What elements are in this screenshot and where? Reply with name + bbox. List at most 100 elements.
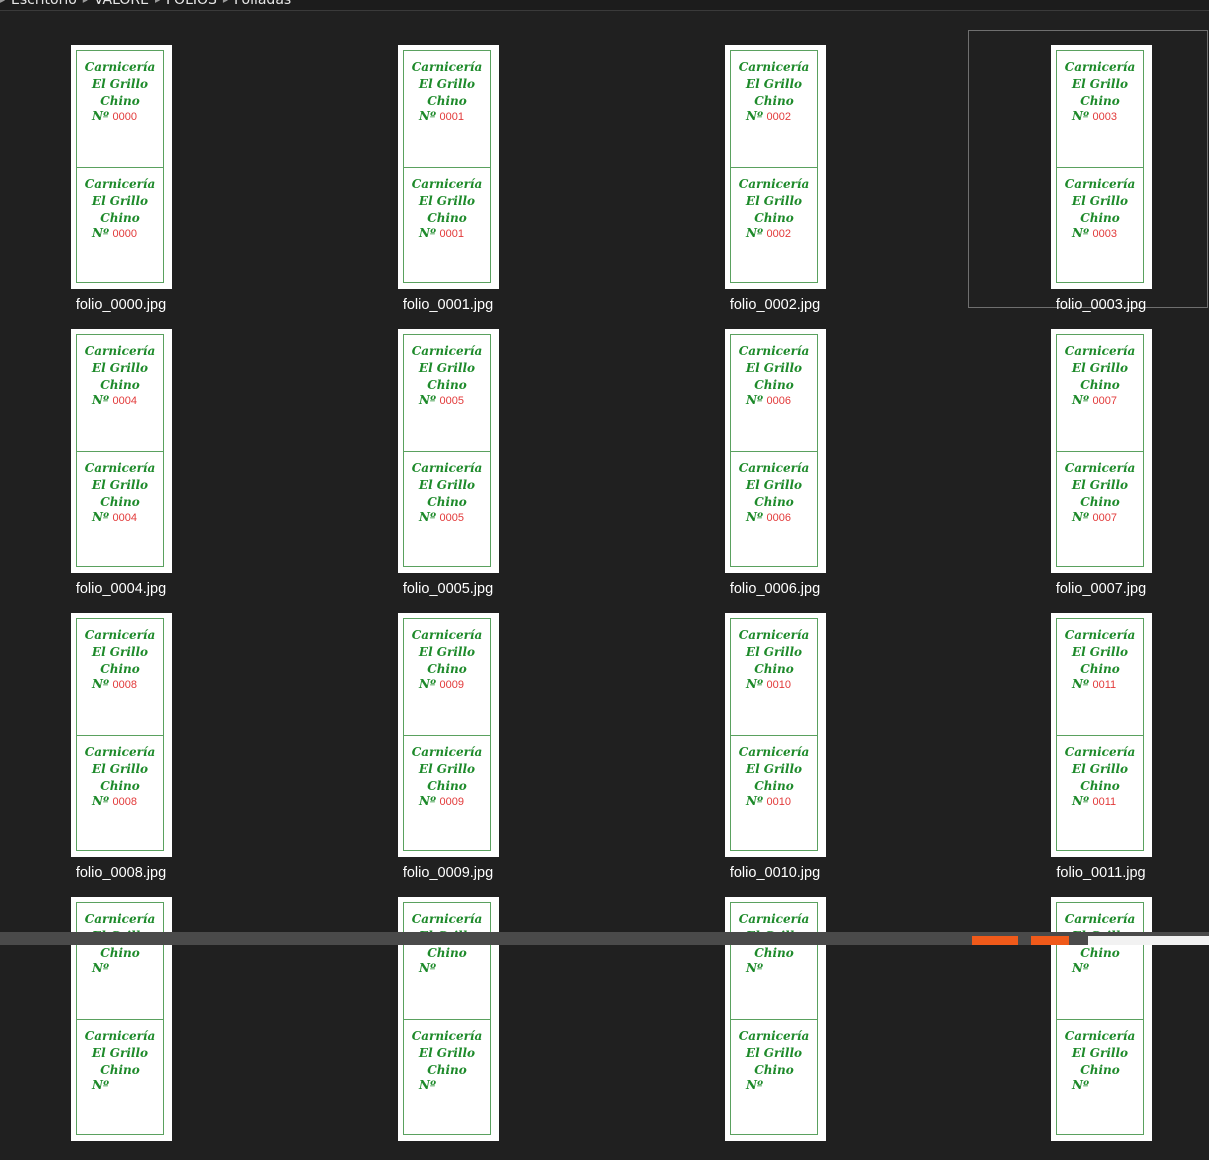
number-label: Nº	[746, 794, 763, 808]
shop-name-line: Carnicería	[1064, 912, 1136, 926]
shop-name-line: Chino	[427, 662, 467, 676]
shop-name-line: Carnicería	[411, 745, 483, 759]
shop-name-line: Chino	[100, 211, 140, 225]
file-item[interactable]: Carnicería El Grillo Chino Nº 0000 Carnicerí…	[0, 30, 209, 313]
file-item[interactable]: Carnicería El Grillo Chino Nº 0002 Carnicerí…	[623, 30, 863, 313]
file-item[interactable]: Carnicería El Grillo Chino Nº 0005 Carnicerí…	[296, 314, 536, 597]
folio-number: Nº	[746, 961, 763, 975]
taskbar-window-button[interactable]	[1088, 936, 1209, 945]
app-icon[interactable]	[1031, 936, 1069, 945]
ticket-stub: Carnicería El Grillo Chino Nº 0006	[730, 451, 818, 567]
file-item[interactable]: CarniceríaEl GrilloChinoNº CarniceríaEl …	[968, 882, 1208, 1160]
shop-name-line: Chino	[1080, 946, 1120, 960]
shop-name-line: Carnicería	[1064, 344, 1136, 358]
shop-name: Carnicería El Grillo Chino	[77, 627, 163, 678]
file-thumbnail: Carnicería El Grillo Chino Nº 0008 Carnicerí…	[71, 613, 172, 857]
shop-name-line: Chino	[754, 662, 794, 676]
folio-number: Nº 0006	[746, 393, 791, 407]
number-label: Nº	[1072, 226, 1089, 240]
file-thumbnail: Carnicería El Grillo Chino Nº 0001 Carnicerí…	[398, 45, 499, 289]
file-item[interactable]: Carnicería El Grillo Chino Nº 0009 Carnicerí…	[296, 598, 536, 881]
file-item[interactable]: Carnicería El Grillo Chino Nº 0003 Carnicerí…	[968, 30, 1208, 313]
number-label: Nº	[92, 1078, 109, 1092]
folio-number: Nº 0004	[92, 393, 137, 407]
number-label: Nº	[92, 226, 109, 240]
shop-name-line: El Grillo	[418, 645, 476, 659]
folio-number: Nº 0007	[1072, 510, 1117, 524]
file-item[interactable]: CarniceríaEl GrilloChinoNº CarniceríaEl …	[296, 882, 536, 1160]
number-label: Nº	[419, 109, 436, 123]
folio-number: Nº 0003	[1072, 109, 1117, 123]
shop-name-line: El Grillo	[91, 645, 149, 659]
shop-name-line: El Grillo	[418, 194, 476, 208]
number-value: 0006	[766, 395, 791, 407]
number-value: 0001	[439, 111, 464, 123]
number-value: 0010	[766, 679, 791, 691]
folio-number: Nº 0010	[746, 677, 791, 691]
folio-number: Nº 0004	[92, 510, 137, 524]
ticket-stub: Carnicería El Grillo Chino Nº 0006	[730, 334, 818, 452]
shop-name-line: Carnicería	[84, 60, 156, 74]
breadcrumb-item-foliadas[interactable]: Foliadas	[234, 0, 291, 8]
ticket-stub: Carnicería El Grillo Chino Nº 0003	[1056, 167, 1144, 283]
shop-name-line: El Grillo	[745, 762, 803, 776]
number-label: Nº	[419, 226, 436, 240]
shop-name-line: Chino	[100, 779, 140, 793]
shop-name: Carnicería El Grillo Chino	[1057, 176, 1143, 227]
breadcrumb-item-valore[interactable]: VALORE	[94, 0, 149, 8]
app-icon[interactable]	[972, 936, 1018, 945]
shop-name-line: Carnicería	[84, 344, 156, 358]
shop-name: Carnicería El Grillo Chino	[1057, 627, 1143, 678]
ticket-stub: Carnicería El Grillo Chino Nº 0008	[76, 735, 164, 851]
shop-name-line: El Grillo	[91, 1046, 149, 1060]
number-label: Nº	[746, 961, 763, 975]
breadcrumb-item-escritorio[interactable]: Escritorio	[11, 0, 77, 8]
file-item[interactable]: Carnicería El Grillo Chino Nº 0011 Carnicerí…	[968, 598, 1208, 881]
number-value: 0007	[1092, 512, 1117, 524]
breadcrumb: ▸ Escritorio ▸ VALORE ▸ FOLIOS ▸ Foliada…	[0, 0, 1209, 11]
shop-name-line: Chino	[1080, 662, 1120, 676]
file-item[interactable]: Carnicería El Grillo Chino Nº 0010 Carnicerí…	[623, 598, 863, 881]
file-item[interactable]: Carnicería El Grillo Chino Nº 0006 Carnicerí…	[623, 314, 863, 597]
shop-name: Carnicería El Grillo Chino	[1057, 343, 1143, 394]
folio-number: Nº 0011	[1072, 677, 1116, 691]
file-name: folio_0008.jpg	[75, 865, 167, 881]
folio-number: Nº 0009	[419, 677, 464, 691]
folio-number: Nº 0000	[92, 109, 137, 123]
folio-number: Nº 0007	[1072, 393, 1117, 407]
ticket-stub: Carnicería El Grillo Chino Nº 0005	[403, 451, 491, 567]
number-value: 0002	[766, 228, 791, 240]
shop-name: Carnicería El Grillo Chino	[731, 59, 817, 110]
shop-name: Carnicería El Grillo Chino	[731, 460, 817, 511]
shop-name-line: Chino	[1080, 779, 1120, 793]
ticket-stub: Carnicería El Grillo Chino Nº 0001	[403, 50, 491, 168]
file-item[interactable]: CarniceríaEl GrilloChinoNº CarniceríaEl …	[0, 882, 209, 1160]
shop-name: Carnicería El Grillo Chino	[404, 627, 490, 678]
ticket-stub: Carnicería El Grillo Chino Nº 0002	[730, 50, 818, 168]
file-item[interactable]: Carnicería El Grillo Chino Nº 0008 Carnicerí…	[0, 598, 209, 881]
file-name: folio_0011.jpg	[1056, 865, 1146, 881]
breadcrumb-item-folios[interactable]: FOLIOS	[166, 0, 217, 8]
shop-name-line: Carnicería	[738, 912, 810, 926]
folio-number: Nº 0009	[419, 794, 464, 808]
shop-name-line: El Grillo	[418, 361, 476, 375]
shop-name-line: Carnicería	[411, 344, 483, 358]
shop-name-line: Chino	[754, 1063, 794, 1077]
ticket-stub: Carnicería El Grillo Chino Nº 0008	[76, 618, 164, 736]
shop-name-line: El Grillo	[1071, 762, 1129, 776]
shop-name-line: El Grillo	[1071, 1046, 1129, 1060]
ticket-stub: Carnicería El Grillo ChinoNº	[403, 1019, 491, 1135]
file-item[interactable]: Carnicería El Grillo Chino Nº 0007 Carnicerí…	[968, 314, 1208, 597]
shop-name-line: Chino	[754, 779, 794, 793]
file-name: folio_0006.jpg	[729, 581, 821, 597]
folio-number: Nº	[92, 961, 109, 975]
shop-name: Carnicería El Grillo Chino	[404, 744, 490, 795]
file-item[interactable]: Carnicería El Grillo Chino Nº 0004 Carnicerí…	[0, 314, 209, 597]
file-item[interactable]: Carnicería El Grillo Chino Nº 0001 Carnicerí…	[296, 30, 536, 313]
number-label: Nº	[419, 677, 436, 691]
shop-name-line: Chino	[427, 378, 467, 392]
shop-name-line: Chino	[1080, 94, 1120, 108]
folio-number: Nº 0005	[419, 510, 464, 524]
file-item[interactable]: CarniceríaEl GrilloChinoNº CarniceríaEl …	[623, 882, 863, 1160]
folio-number: Nº	[92, 1078, 109, 1092]
